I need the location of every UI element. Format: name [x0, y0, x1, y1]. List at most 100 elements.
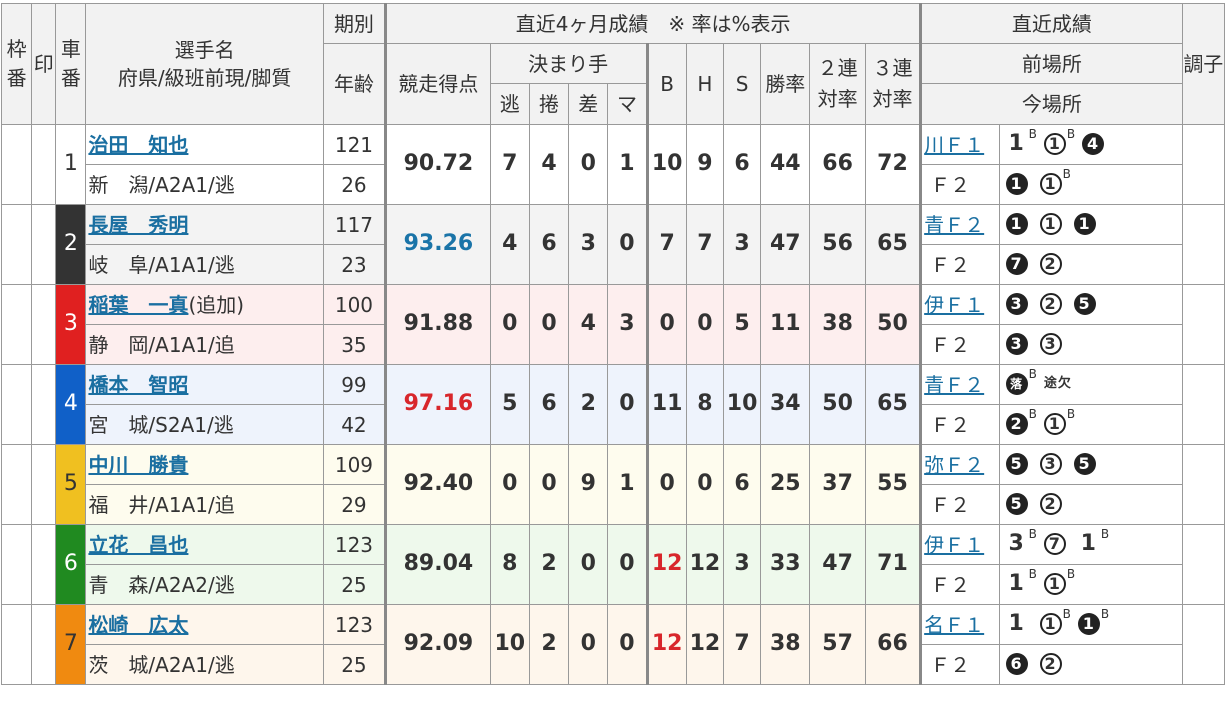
sashi: 0	[568, 604, 609, 685]
nige: 7	[489, 124, 530, 205]
result-mark: 3	[1008, 531, 1025, 557]
result-mark: 1	[1008, 131, 1025, 157]
header-kibetsu: 期別	[322, 3, 387, 44]
result-mark: 3	[1039, 453, 1062, 476]
rider-row: 4 橋本 智昭 99 97.16 5 6 2 0 11 8 10 34 50 65 青Ｆ２ 落B途欠	[0, 364, 1226, 445]
term: 100	[322, 284, 387, 325]
score: 92.09	[384, 604, 491, 685]
nige: 5	[489, 364, 530, 445]
s-count: 7	[722, 604, 762, 685]
ren2-rate: 38	[809, 284, 866, 365]
header-shirushi: 印	[31, 3, 57, 125]
result-mark: 4	[1082, 133, 1105, 156]
waku-cell	[0, 524, 33, 605]
sashi: 9	[568, 444, 609, 525]
nige: 0	[489, 444, 530, 525]
now-venue: Ｆ２	[920, 244, 1000, 285]
rider-row: 2 長屋 秀明 117 93.26 4 6 3 0 7 7 3 47 56 65 青Ｆ２ 1 1 1	[0, 204, 1226, 285]
age: 35	[322, 324, 387, 365]
result-mark: 1	[1073, 213, 1096, 236]
ren3-rate: 72	[864, 124, 923, 205]
makuri: 6	[528, 364, 570, 445]
rider-name-link[interactable]: 松崎 広太	[88, 613, 188, 637]
result-mark: 落	[1005, 373, 1028, 396]
win-rate: 44	[760, 124, 811, 205]
result-mark: 1	[1005, 213, 1028, 236]
h-count: 8	[685, 364, 724, 445]
h-count: 12	[685, 524, 724, 605]
score: 97.16	[384, 364, 491, 445]
s-count: 10	[722, 364, 762, 445]
prev-venue-cell: 伊Ｆ１	[920, 284, 1000, 325]
ma: 0	[607, 364, 649, 445]
car-number: 2	[55, 204, 87, 285]
header-s: S	[722, 43, 762, 125]
prev-venue-link[interactable]: 青Ｆ２	[924, 213, 984, 237]
header-kimarite: 決まり手	[489, 43, 649, 84]
b-count: 10	[646, 124, 687, 205]
ren2-rate: 66	[809, 124, 866, 205]
score: 90.72	[384, 124, 491, 205]
term: 121	[322, 124, 387, 165]
result-note: 途欠	[1043, 376, 1072, 392]
header-ren2-label: ２連対率	[817, 56, 858, 111]
nige: 0	[489, 284, 530, 365]
ma: 1	[607, 124, 649, 205]
b-count: 11	[646, 364, 687, 445]
win-rate: 11	[760, 284, 811, 365]
header-senshu-title: 選手名	[174, 38, 235, 62]
prev-results: 535	[998, 444, 1183, 485]
car-number: 4	[55, 364, 87, 445]
prev-venue-link[interactable]: 伊Ｆ１	[924, 533, 984, 557]
rider-name-link[interactable]: 中川 勝貴	[88, 453, 188, 477]
header-ren3-label: ３連対率	[872, 56, 913, 111]
ren2-rate: 37	[809, 444, 866, 525]
result-mark: 2	[1039, 253, 1062, 276]
prev-results: 111	[998, 204, 1183, 245]
now-venue: Ｆ２	[920, 324, 1000, 365]
ma: 0	[607, 604, 649, 685]
shirushi-cell	[31, 364, 57, 445]
rider-name-link[interactable]: 橋本 智昭	[88, 373, 188, 397]
rider-name-link[interactable]: 長屋 秀明	[88, 213, 188, 237]
rider-name-cell: 橋本 智昭	[85, 364, 324, 405]
rider-name-link[interactable]: 治田 知也	[88, 133, 188, 157]
result-mark: 5	[1073, 453, 1096, 476]
rider-row: 1 治田 知也 121 90.72 7 4 0 1 10 9 6 44 66 72 川Ｆ１ 1 B1B4	[0, 124, 1226, 205]
nige: 4	[489, 204, 530, 285]
header-sashi: 差	[568, 83, 609, 125]
waku-cell	[0, 364, 33, 445]
result-mark: 1	[1080, 531, 1097, 557]
result-mark: 1	[1077, 613, 1100, 636]
rider-row: 5 中川 勝貴 109 92.40 0 0 9 1 0 0 6 25 37 55 弥Ｆ２ 5 3 5	[0, 444, 1226, 525]
prev-venue-link[interactable]: 弥Ｆ２	[924, 453, 984, 477]
ren3-rate: 50	[864, 284, 923, 365]
win-rate: 33	[760, 524, 811, 605]
now-venue: Ｆ２	[920, 164, 1000, 205]
shirushi-cell	[31, 524, 57, 605]
choshi-cell	[1181, 204, 1226, 285]
waku-cell	[0, 604, 33, 685]
header-prev: 前場所	[920, 43, 1183, 84]
result-mark: 7	[1043, 533, 1066, 556]
ren3-rate: 65	[864, 364, 923, 445]
result-mark: 5	[1005, 493, 1028, 516]
result-mark: 1	[1039, 613, 1062, 636]
sashi: 3	[568, 204, 609, 285]
header-now: 今場所	[920, 83, 1183, 125]
result-mark: 3	[1005, 333, 1028, 356]
makuri: 2	[528, 604, 570, 685]
rider-name-link[interactable]: 立花 昌也	[88, 533, 188, 557]
prev-venue-link[interactable]: 名Ｆ１	[924, 613, 984, 637]
win-rate: 34	[760, 364, 811, 445]
prev-venue-link[interactable]: 伊Ｆ１	[924, 293, 984, 317]
prev-venue-link[interactable]: 青Ｆ２	[924, 373, 984, 397]
win-rate: 25	[760, 444, 811, 525]
rider-name-cell: 稲葉 一真(追加)	[85, 284, 324, 325]
rider-name-link[interactable]: 稲葉 一真	[88, 293, 188, 317]
header-recent4: 直近4ヶ月成績 ※ 率は%表示	[384, 3, 923, 44]
prev-venue-link[interactable]: 川Ｆ１	[924, 133, 984, 157]
header-win-label: 勝率	[765, 71, 806, 96]
header-score: 競走得点	[384, 43, 491, 125]
header-sha: 車番	[55, 3, 87, 125]
